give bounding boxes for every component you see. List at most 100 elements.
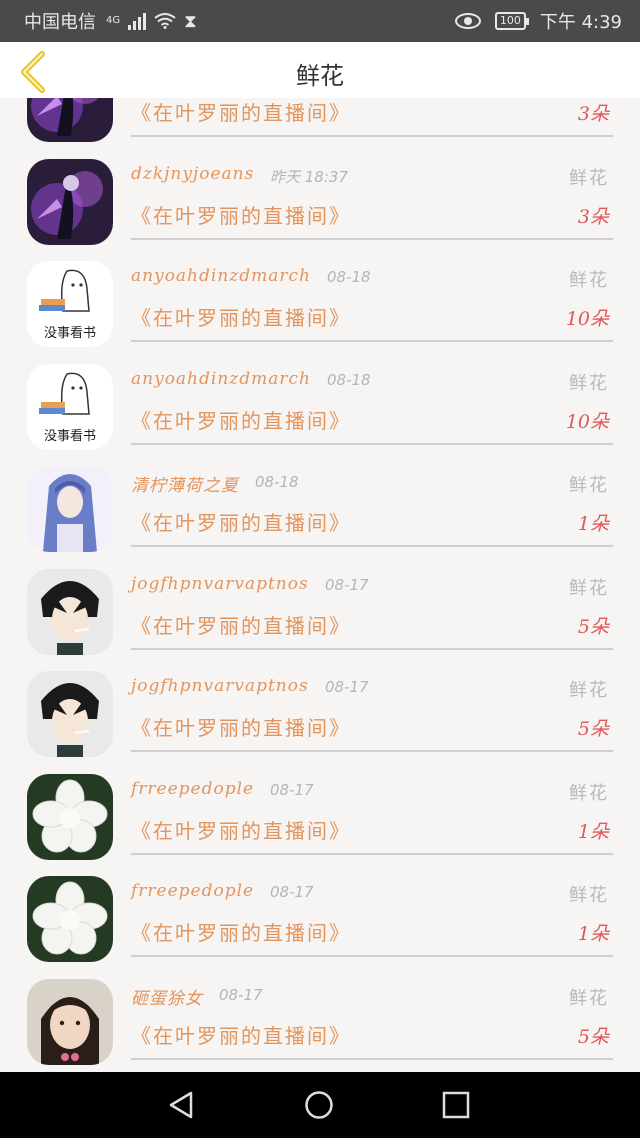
carrier-label: 中国电信 <box>24 12 96 33</box>
gift-row[interactable]: jogfhpnvarvaptnos 08-17 鲜花《在叶罗丽的直播间》 5朵 <box>0 658 640 761</box>
gift-meta: anyoahdinzdmarch 08-18 鲜花 <box>131 266 611 292</box>
page-title: 鲜花 <box>296 62 344 90</box>
gift-count: 10朵 <box>565 410 609 433</box>
gift-type: 鲜花 <box>569 577 609 599</box>
gift-count: 3朵 <box>577 205 609 228</box>
gift-meta: frreepedople 08-17 鲜花 <box>131 779 611 805</box>
row-divider <box>131 442 613 445</box>
room-name: 《在叶罗丽的直播间》 <box>131 306 351 330</box>
gift-type: 鲜花 <box>569 987 609 1009</box>
anime-boy-avatar[interactable] <box>27 568 113 655</box>
little-girl-avatar[interactable] <box>27 978 113 1065</box>
svg-text:没事看书: 没事看书 <box>44 325 96 341</box>
gift-time: 08-17 <box>270 780 314 799</box>
purple-warrior-avatar[interactable] <box>27 158 113 245</box>
signal-icon <box>128 12 147 30</box>
book-ghost-avatar[interactable]: 没事看书 <box>27 363 113 450</box>
row-divider <box>131 852 613 855</box>
username[interactable]: anyoahdinzdmarch <box>131 369 311 389</box>
nav-home-icon[interactable] <box>304 1090 334 1120</box>
eye-comfort-icon <box>454 13 481 29</box>
gift-row[interactable]: jogfhpnvarvaptnos 08-17 鲜花《在叶罗丽的直播间》 5朵 <box>0 556 640 659</box>
gift-time: 昨天 18:37 <box>270 167 348 186</box>
username[interactable]: jogfhpnvarvaptnos <box>131 574 309 594</box>
gift-row[interactable]: 清柠薄荷之夏 08-18 鲜花《在叶罗丽的直播间》 1朵 <box>0 453 640 556</box>
gift-row[interactable]: 《在叶罗丽的直播间》 3朵 <box>0 98 640 146</box>
gift-meta: 砸蛋狳女 08-17 鲜花 <box>131 984 611 1010</box>
room-name: 《在叶罗丽的直播间》 <box>131 921 351 945</box>
white-flower-avatar[interactable] <box>27 876 113 962</box>
gift-type: 鲜花 <box>569 475 609 496</box>
room-name: 《在叶罗丽的直播间》 <box>131 818 351 843</box>
username[interactable]: jogfhpnvarvaptnos <box>131 676 309 696</box>
username[interactable]: frreepedople <box>131 881 254 901</box>
svg-text:没事看书: 没事看书 <box>44 428 96 444</box>
gift-meta: frreepedople 08-17 鲜花 <box>131 881 611 907</box>
row-divider <box>131 340 613 342</box>
row-divider <box>131 955 613 957</box>
hourglass-icon: ⧗ <box>184 10 197 32</box>
gift-count: 10朵 <box>565 308 609 330</box>
row-divider <box>131 647 613 650</box>
book-ghost-avatar[interactable]: 没事看书 <box>27 261 113 347</box>
gift-count: 5朵 <box>577 1025 609 1048</box>
purple-warrior-avatar[interactable] <box>27 98 113 142</box>
row-divider <box>131 135 613 137</box>
username[interactable]: dzkjnyjoeans <box>131 164 254 184</box>
room-name: 《在叶罗丽的直播间》 <box>131 716 351 740</box>
gift-count: 1朵 <box>577 820 609 843</box>
gift-row[interactable]: 砸蛋狳女 08-17 鲜花 《在叶罗丽的直播间》 5朵 <box>0 966 640 1069</box>
wifi-icon <box>154 13 176 29</box>
gift-meta: 清柠薄荷之夏 08-18 鲜花 <box>131 471 611 497</box>
gift-list[interactable]: 《在叶罗丽的直播间》 3朵 dzkjnyjoeans 昨天 18:37 鲜花 《在叶罗丽的… <box>0 98 640 1072</box>
gift-meta: jogfhpnvarvaptnos 08-17 鲜花 <box>131 574 611 600</box>
gift-meta: dzkjnyjoeans 昨天 18:37 鲜花 <box>131 164 611 190</box>
anime-boy-avatar[interactable] <box>27 671 113 757</box>
username[interactable]: 清柠薄荷之夏 <box>131 471 239 496</box>
gift-count: 5朵 <box>577 615 609 638</box>
gift-count: 5朵 <box>577 718 609 740</box>
gift-type: 鲜花 <box>569 885 609 906</box>
gift-row[interactable]: frreepedople 08-17 鲜花《在叶罗丽的直播间》 1朵 <box>0 761 640 864</box>
gift-row[interactable]: dzkjnyjoeans 昨天 18:37 鲜花《在叶罗丽的直播间》 3朵 <box>0 146 640 249</box>
gift-time: 08-18 <box>327 268 371 286</box>
gift-row[interactable]: frreepedople 08-17 鲜花 《在叶罗丽的直播间》 1朵 <box>0 863 640 966</box>
row-divider <box>131 1057 613 1060</box>
gift-meta: anyoahdinzdmarch 08-18 鲜花 <box>131 369 611 395</box>
status-bar: 中国电信 4G ⧗ 100 下午 4:39 <box>0 0 640 42</box>
room-name: 《在叶罗丽的直播间》 <box>131 613 351 638</box>
gift-time: 08-18 <box>327 370 371 389</box>
gift-row[interactable]: 没事看书 anyoahdinzdmarch 08-18 鲜花《在叶罗丽的直播间》 10朵 <box>0 248 640 351</box>
gift-row[interactable]: 没事看书 anyoahdinzdmarch 08-18 鲜花《在叶罗丽的直播间》 10朵 <box>0 351 640 454</box>
gift-count: 1朵 <box>577 513 609 535</box>
clock: 下午 4:39 <box>539 12 622 33</box>
network-type: 4G <box>106 15 121 26</box>
system-nav-bar <box>0 1072 640 1138</box>
nav-recents-icon[interactable] <box>441 1090 471 1120</box>
gift-time: 08-17 <box>219 985 263 1004</box>
gift-count: 1朵 <box>577 923 609 945</box>
gift-type: 鲜花 <box>569 372 609 394</box>
white-flower-avatar[interactable] <box>27 773 113 860</box>
row-divider <box>131 237 613 240</box>
username[interactable]: anyoahdinzdmarch <box>131 266 311 286</box>
anime-girl-avatar[interactable] <box>27 466 113 552</box>
username[interactable]: 砸蛋狳女 <box>131 984 203 1009</box>
row-divider <box>131 545 613 547</box>
gift-type: 鲜花 <box>569 782 609 804</box>
gift-count: 3朵 <box>577 103 609 125</box>
gift-type: 鲜花 <box>569 680 609 701</box>
room-name: 《在叶罗丽的直播间》 <box>131 203 351 228</box>
room-name: 《在叶罗丽的直播间》 <box>131 101 351 125</box>
username[interactable]: frreepedople <box>131 779 254 799</box>
gift-type: 鲜花 <box>569 167 609 189</box>
room-name: 《在叶罗丽的直播间》 <box>131 408 351 433</box>
gift-time: 08-17 <box>325 575 369 594</box>
app-header: 鲜花 <box>0 42 640 98</box>
gift-time: 08-18 <box>255 473 299 491</box>
gift-time: 08-17 <box>325 678 369 696</box>
nav-back-icon[interactable] <box>167 1090 197 1120</box>
gift-type: 鲜花 <box>569 270 609 291</box>
room-name: 《在叶罗丽的直播间》 <box>131 511 351 535</box>
battery-icon: 100 <box>494 12 529 30</box>
